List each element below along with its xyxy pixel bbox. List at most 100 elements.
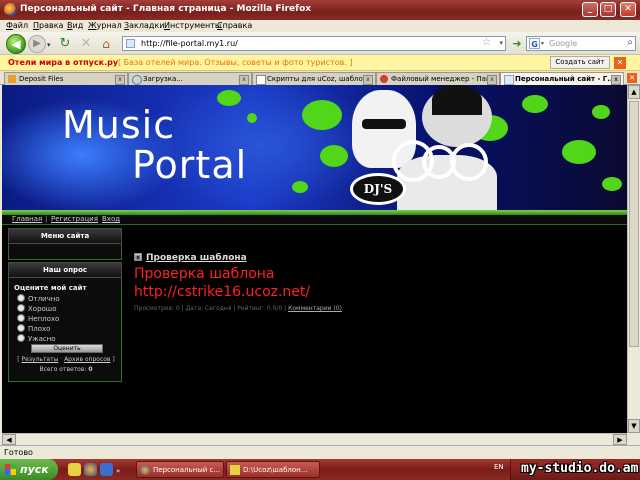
task-firefox[interactable]: Персональный с... — [136, 461, 224, 478]
tab-favicon-icon — [380, 75, 388, 83]
scroll-thumb[interactable] — [629, 101, 639, 347]
folder-icon — [230, 465, 240, 475]
search-input[interactable]: Google — [549, 39, 577, 48]
search-engine-dropdown-icon[interactable]: ▾ — [541, 40, 544, 47]
quicklaunch-firefox-icon[interactable] — [84, 463, 97, 476]
post-entry-icon: ▣ — [134, 253, 142, 261]
tab-close-icon[interactable]: x — [239, 75, 249, 85]
tab-favicon-icon — [8, 75, 16, 83]
search-box[interactable]: G ▾ Google ⌕ — [526, 36, 636, 51]
window-title-bar[interactable]: Персональный сайт - Главная страница - M… — [0, 0, 640, 20]
page-favicon-icon — [126, 39, 135, 48]
ad-link[interactable]: Отели мира в отпуск.ру — [8, 58, 118, 67]
search-icon[interactable]: ⌕ — [627, 37, 633, 48]
windows-flag-icon — [5, 464, 16, 475]
radio-button[interactable] — [17, 314, 25, 322]
vote-button[interactable]: Оценить — [31, 344, 103, 353]
ad-close-icon[interactable]: ✕ — [614, 57, 626, 69]
nav-separator: | — [45, 215, 48, 223]
home-icon[interactable]: ⌂ — [98, 36, 114, 52]
page-viewport[interactable]: Music Portal DJ'S Главная | Регистрация … — [2, 85, 627, 433]
firefox-icon — [140, 465, 150, 475]
ucoz-ad-bar: Отели мира в отпуск.ру [ База отелей мир… — [0, 55, 640, 71]
taskbar: пуск » Персональный с... D:\Ucoz\шаблон.… — [0, 459, 640, 480]
poll-results-link[interactable]: Результаты — [22, 356, 59, 363]
post-entry: ▣ Проверка шаблона Проверка шаблона http… — [130, 241, 622, 313]
ad-text[interactable]: [ База отелей мира. Отзывы, советы и фот… — [118, 58, 353, 67]
site-nav: Главная | Регистрация | Вход — [2, 215, 627, 225]
close-button[interactable]: ✕ — [620, 2, 636, 17]
quicklaunch-folder-icon[interactable] — [68, 463, 81, 476]
radio-button[interactable] — [17, 334, 25, 342]
tab-close-icon[interactable]: x — [115, 75, 125, 85]
forward-arrow-icon[interactable]: ▶ — [28, 35, 46, 53]
comments-link[interactable]: Комментарии (0) — [288, 305, 342, 312]
task-explorer[interactable]: D:\Ucoz\шаблон... — [226, 461, 320, 478]
scroll-right-icon[interactable]: ▶ — [613, 434, 627, 445]
tab-bar: Deposit Files x Загрузка... x Скрипты дл… — [0, 71, 640, 85]
stop-icon[interactable]: ✕ — [78, 36, 94, 52]
nav-login-link[interactable]: Вход — [102, 215, 120, 223]
quicklaunch-more-icon[interactable]: » — [116, 467, 120, 475]
radio-button[interactable] — [17, 294, 25, 302]
post-url-text: http://cstrike16.ucoz.net/ — [134, 284, 311, 300]
bookmark-star-icon[interactable]: ☆ — [482, 37, 491, 48]
poll-option[interactable]: Отлично — [17, 294, 60, 303]
tab-ucoz-scripts[interactable]: Скрипты для uCoz, шабло... x — [252, 72, 376, 85]
tab-close-icon[interactable]: x — [487, 75, 497, 85]
tab-close-icon[interactable]: x — [611, 75, 621, 85]
nav-register-link[interactable]: Регистрация — [51, 215, 98, 223]
poll-question: Оцените мой сайт — [14, 284, 87, 292]
minimize-button[interactable]: _ — [582, 2, 598, 17]
close-tab-icon[interactable]: ✕ — [627, 73, 637, 83]
post-meta: Просмотров: 0 | Дата: Сегодня | Рейтинг:… — [134, 305, 342, 312]
poll-option[interactable]: Хорошо — [17, 304, 57, 313]
history-dropdown-icon[interactable]: ▾ — [47, 41, 53, 49]
menu-bar: Файл Правка Вид Журнал Закладки Инструме… — [0, 20, 640, 32]
radio-button[interactable] — [17, 304, 25, 312]
menu-history[interactable]: Журнал — [88, 21, 122, 30]
language-indicator[interactable]: EN — [494, 463, 504, 471]
vertical-scrollbar[interactable]: ▲ ▼ — [627, 85, 640, 433]
poll-archive-link[interactable]: Архив опросов — [64, 356, 110, 363]
quicklaunch-ie-icon[interactable] — [100, 463, 113, 476]
maximize-button[interactable]: □ — [600, 2, 616, 17]
tab-close-icon[interactable]: x — [363, 75, 373, 85]
poll-option[interactable]: Ужасно — [17, 334, 56, 343]
scroll-up-icon[interactable]: ▲ — [628, 85, 640, 99]
radio-button[interactable] — [17, 324, 25, 332]
tab-favicon-icon — [504, 75, 514, 85]
address-dropdown-icon[interactable]: ▾ — [499, 39, 503, 47]
menu-edit[interactable]: Правка — [33, 21, 63, 30]
start-button[interactable]: пуск — [0, 459, 58, 480]
scroll-down-icon[interactable]: ▼ — [628, 419, 640, 433]
menu-bookmarks[interactable]: Закладки — [124, 21, 164, 30]
site-menu-body — [8, 244, 122, 260]
menu-tools[interactable]: Инструменты — [164, 21, 221, 30]
logo-music: Music — [62, 103, 176, 147]
watermark-text: my-studio.do.am — [521, 461, 639, 476]
menu-file[interactable]: Файл — [6, 21, 28, 30]
horizontal-scrollbar[interactable]: ◀ ▶ — [2, 433, 627, 445]
system-tray: my-studio.do.am — [510, 459, 640, 480]
firefox-icon — [4, 3, 17, 16]
menu-view[interactable]: Вид — [67, 21, 83, 30]
tab-deposit-files[interactable]: Deposit Files x — [4, 72, 128, 85]
address-bar[interactable]: http://file-portal.my1.ru/ ☆ ▾ — [122, 36, 506, 51]
nav-home-link[interactable]: Главная — [12, 215, 42, 223]
poll-option[interactable]: Плохо — [17, 324, 50, 333]
go-arrow-icon[interactable]: ➜ — [510, 37, 524, 51]
back-arrow-icon[interactable]: ◀ — [6, 34, 26, 54]
scroll-left-icon[interactable]: ◀ — [2, 434, 16, 445]
menu-help[interactable]: Справка — [217, 21, 252, 30]
site-menu-header: Меню сайта — [8, 228, 122, 244]
google-engine-icon[interactable]: G — [529, 38, 540, 49]
tab-personal-site[interactable]: Персональный сайт - Г... x — [500, 72, 624, 85]
tab-file-manager[interactable]: Файловый менеджер - Пан... x — [376, 72, 500, 85]
address-input[interactable]: http://file-portal.my1.ru/ — [141, 39, 238, 48]
create-site-button[interactable]: Создать сайт — [550, 56, 610, 69]
post-title-link[interactable]: Проверка шаблона — [146, 253, 247, 263]
reload-icon[interactable]: ↻ — [57, 36, 73, 52]
poll-option[interactable]: Неплохо — [17, 314, 59, 323]
tab-loading[interactable]: Загрузка... x — [128, 72, 252, 85]
